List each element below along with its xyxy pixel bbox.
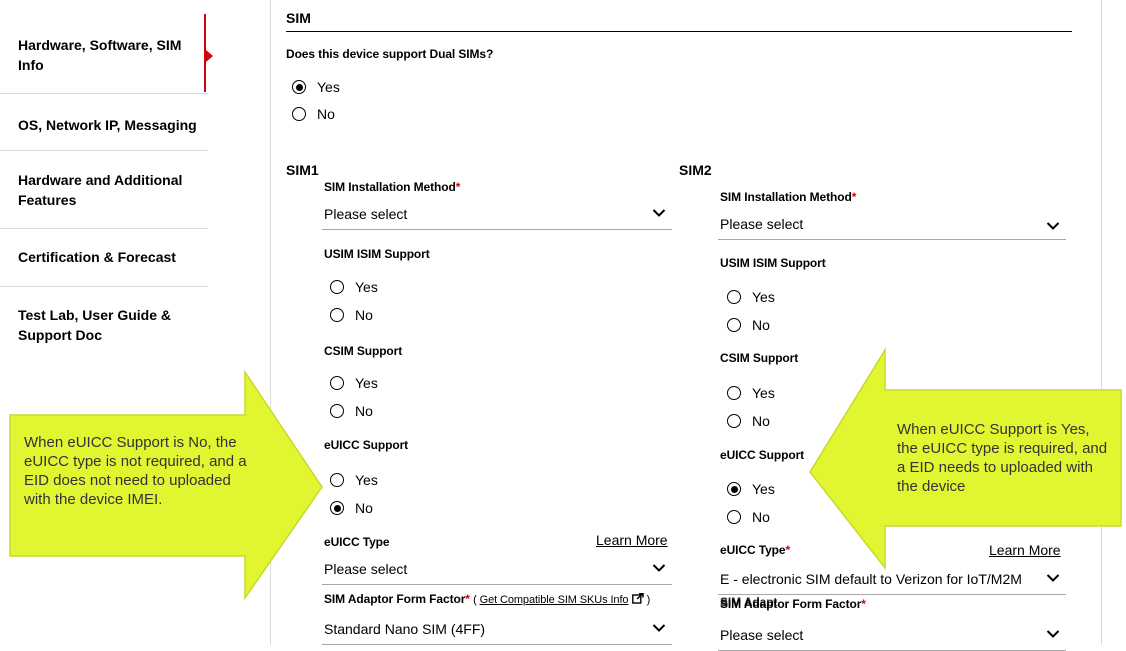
sim2-usim-label: USIM ISIM Support [720, 256, 826, 270]
chevron-down-icon [1046, 574, 1060, 582]
radio-empty-icon [727, 414, 741, 428]
radio-selected-icon [292, 80, 306, 94]
sim2-euicc-yes-radio[interactable]: Yes [727, 481, 775, 497]
sim2-euicc-type-label: eUICC Type* [720, 543, 791, 557]
sidebar-item-test-lab[interactable]: Test Lab, User Guide & Support Doc [18, 305, 208, 345]
sim1-csim-no-radio[interactable]: No [330, 403, 373, 419]
radio-selected-icon [727, 482, 741, 496]
sim2-adaptor-overlap-text: SIM Adapt [720, 595, 778, 609]
sim2-euicc-no-radio[interactable]: No [727, 509, 770, 525]
radio-empty-icon [330, 376, 344, 390]
sim2-adaptor-label: SIM Adapt SIM Adaptor Form Factor* [720, 595, 866, 611]
chevron-down-icon [1046, 222, 1060, 230]
sim1-heading: SIM1 [286, 162, 319, 178]
radio-empty-icon [330, 404, 344, 418]
sim2-install-method-select[interactable]: Please select [718, 212, 1066, 240]
dual-sim-yes-radio[interactable]: Yes [292, 79, 340, 95]
sim1-euicc-yes-radio[interactable]: Yes [330, 472, 378, 488]
sim2-euicc-label: eUICC Support [720, 448, 805, 462]
sim2-csim-yes-radio[interactable]: Yes [727, 385, 775, 401]
radio-empty-icon [727, 510, 741, 524]
section-title: SIM [286, 10, 311, 26]
chevron-down-icon [652, 209, 666, 217]
sim1-euicc-type-select[interactable]: Please select [322, 557, 672, 585]
sim1-euicc-type-label: eUICC Type [324, 535, 390, 549]
sim1-install-method-select[interactable]: Please select [322, 202, 672, 230]
radio-empty-icon [292, 107, 306, 121]
sim2-install-method-label: SIM Installation Method* [720, 190, 857, 204]
sim1-euicc-label: eUICC Support [324, 438, 409, 452]
external-link-icon [631, 592, 644, 604]
radio-empty-icon [727, 386, 741, 400]
sidebar-divider [0, 93, 208, 94]
sim2-usim-no-radio[interactable]: No [727, 317, 770, 333]
sidebar-divider [0, 228, 208, 229]
dual-sim-question: Does this device support Dual SIMs? [286, 47, 494, 61]
chevron-down-icon [652, 624, 666, 632]
sidebar-divider [0, 150, 208, 151]
sim1-adaptor-select[interactable]: Standard Nano SIM (4FF) [322, 617, 672, 645]
sim1-csim-label: CSIM Support [324, 344, 403, 358]
content-right-border [1101, 0, 1102, 645]
sim2-adaptor-select[interactable]: Please select [718, 623, 1066, 651]
sidebar-item-hardware-software-sim[interactable]: Hardware, Software, SIM Info [18, 35, 208, 75]
sim2-csim-no-radio[interactable]: No [727, 413, 770, 429]
chevron-down-icon [1046, 630, 1060, 638]
sim1-usim-yes-radio[interactable]: Yes [330, 279, 378, 295]
sim2-usim-yes-radio[interactable]: Yes [727, 289, 775, 305]
sim1-learn-more-link[interactable]: Learn More [596, 532, 668, 548]
sim2-euicc-type-select[interactable]: E - electronic SIM default to Verizon fo… [718, 567, 1066, 595]
get-sim-skus-link[interactable]: Get Compatible SIM SKUs Info [480, 594, 629, 606]
sim2-learn-more-link[interactable]: Learn More [989, 542, 1061, 558]
radio-empty-icon [330, 308, 344, 322]
sim2-heading: SIM2 [679, 162, 712, 178]
right-callout-text: When eUICC Support is Yes, the eUICC typ… [897, 421, 1108, 495]
radio-empty-icon [727, 318, 741, 332]
sim1-adaptor-label: SIM Adaptor Form Factor* ( Get Compatibl… [324, 592, 651, 606]
radio-empty-icon [330, 473, 344, 487]
sim2-csim-label: CSIM Support [720, 351, 799, 365]
sidebar-item-certification[interactable]: Certification & Forecast [18, 247, 208, 267]
sim1-install-method-label: SIM Installation Method* [324, 180, 461, 194]
sim1-usim-no-radio[interactable]: No [330, 307, 373, 323]
radio-selected-icon [330, 501, 344, 515]
left-callout-text: When eUICC Support is No, the eUICC type… [24, 434, 247, 508]
radio-empty-icon [727, 290, 741, 304]
sidebar-item-hardware-additional[interactable]: Hardware and Additional Features [18, 170, 208, 210]
section-divider [286, 31, 1072, 32]
sim1-csim-yes-radio[interactable]: Yes [330, 375, 378, 391]
radio-empty-icon [330, 280, 344, 294]
content-left-border [270, 0, 271, 645]
sidebar-item-os-network[interactable]: OS, Network IP, Messaging [18, 115, 208, 135]
sim1-euicc-no-radio[interactable]: No [330, 500, 373, 516]
dual-sim-no-radio[interactable]: No [292, 106, 335, 122]
sim1-usim-label: USIM ISIM Support [324, 247, 430, 261]
sidebar-divider [0, 286, 208, 287]
chevron-down-icon [652, 564, 666, 572]
